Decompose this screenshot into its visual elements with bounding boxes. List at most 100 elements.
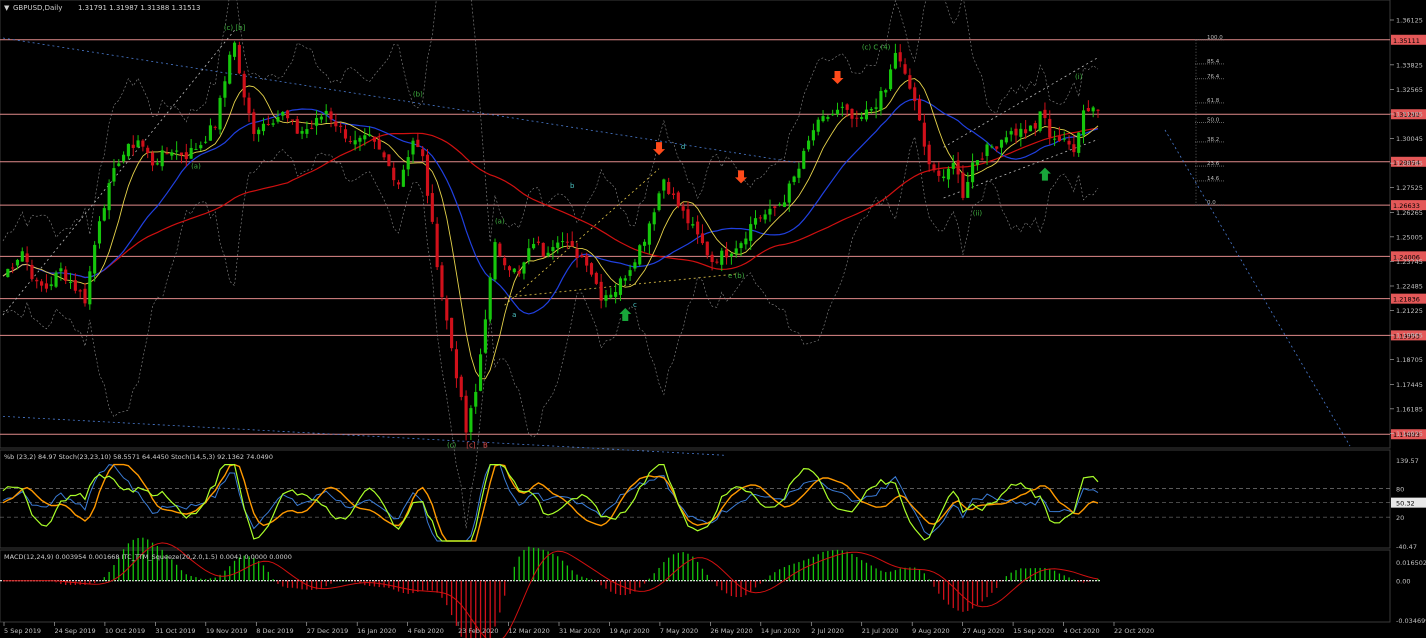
- candle-body: [879, 91, 883, 111]
- price-panel[interactable]: [0, 0, 1391, 449]
- candle-body: [536, 241, 541, 243]
- oscillator-header: %b (23,2) 84.97 Stoch(23,23,10) 58.5571 …: [4, 453, 273, 461]
- price-axis-label: 1.31305: [1396, 110, 1423, 118]
- candle-body: [247, 97, 251, 114]
- price-axis-label: 1.28785: [1396, 160, 1423, 168]
- candle-body: [208, 125, 212, 141]
- time-axis-label: 10 Oct 2019: [105, 627, 145, 635]
- candle-body: [917, 98, 922, 121]
- candle-body: [1048, 118, 1052, 138]
- candle-body: [642, 241, 647, 246]
- candle-body: [1072, 144, 1076, 153]
- candle-body: [532, 244, 536, 249]
- osc-axis-label: -40.47: [1396, 543, 1417, 551]
- candle-body: [122, 154, 126, 162]
- candle-body: [469, 408, 473, 433]
- candle-body: [387, 154, 391, 167]
- candle-body: [54, 272, 58, 287]
- macd-axis-label: 0.00: [1396, 578, 1410, 586]
- wave-label: (i): [1075, 73, 1083, 81]
- candle-body: [898, 52, 902, 62]
- candle-body: [618, 278, 623, 295]
- time-axis: 5 Sep 2019 24 Sep 2019 10 Oct 2019 31 Oct 2…: [3, 622, 1154, 635]
- candle-body: [126, 143, 130, 157]
- candle-body: [73, 280, 77, 291]
- candle-body: [599, 281, 603, 301]
- macd-axis-label: 0.016502: [1396, 559, 1426, 567]
- candle-body: [257, 129, 261, 135]
- candle-body: [290, 119, 294, 121]
- candle-body: [961, 172, 965, 198]
- candle-body: [1033, 123, 1037, 129]
- candle-body: [681, 206, 685, 211]
- time-axis-label: 7 May 2020: [660, 627, 698, 635]
- candle-body: [585, 255, 589, 266]
- candle-body: [811, 130, 815, 141]
- time-axis-label: 26 May 2020: [710, 627, 752, 635]
- price-axis-label: 1.27525: [1396, 184, 1423, 192]
- price-axis: 1.36125 1.33825 1.32565 1.31305 1.30045 1.287…: [1390, 17, 1423, 438]
- candle-body: [565, 241, 569, 243]
- candle-body: [589, 263, 594, 275]
- fib-level-label: 23.6: [1207, 161, 1220, 167]
- candle-body: [638, 245, 642, 265]
- chart-window[interactable]: 1.351111.312921.288541.266331.240061.218…: [0, 0, 1426, 638]
- price-axis-label: 1.30045: [1396, 135, 1423, 143]
- candle-body: [459, 376, 463, 397]
- fib-level-label: 14.6: [1207, 176, 1220, 182]
- candle-body: [112, 168, 116, 182]
- candle-body: [517, 271, 521, 274]
- candle-body: [889, 69, 893, 90]
- time-axis-label: 27 Dec 2019: [307, 627, 349, 635]
- candle-body: [835, 109, 840, 115]
- candle-body: [908, 75, 912, 89]
- candle-body: [44, 283, 48, 289]
- candle-body: [903, 64, 907, 74]
- candle-body: [213, 126, 217, 128]
- candle-body: [339, 125, 343, 127]
- candle-body: [840, 106, 844, 108]
- fib-level-label: 0.0: [1207, 200, 1216, 206]
- price-axis-label: 1.26265: [1396, 209, 1423, 217]
- price-level-label: 1.21836: [1393, 296, 1420, 304]
- candle-body: [758, 217, 762, 219]
- candle-body: [146, 147, 150, 154]
- candle-body: [580, 255, 584, 258]
- candle-body: [609, 294, 613, 298]
- candle-body: [802, 150, 806, 169]
- candle-body: [49, 284, 53, 287]
- macd-axis-label: -0.034699: [1396, 617, 1426, 625]
- time-axis-label: 31 Mar 2020: [559, 627, 600, 635]
- candle-body: [985, 144, 989, 156]
- candle-body: [710, 254, 714, 262]
- candle-body: [179, 152, 184, 156]
- candle-body: [826, 117, 830, 119]
- candle-body: [358, 137, 362, 142]
- candle-body: [729, 253, 733, 257]
- candle-body: [575, 248, 579, 259]
- candle-body: [647, 223, 651, 245]
- candle-body: [425, 154, 430, 196]
- candle-body: [237, 44, 241, 74]
- wave-label: b: [570, 182, 575, 190]
- time-axis-label: 22 Oct 2020: [1114, 627, 1154, 635]
- candle-body: [329, 111, 333, 120]
- symbol-dropdown-icon[interactable]: ▼: [4, 4, 10, 12]
- candle-body: [266, 124, 270, 126]
- candle-body: [995, 146, 999, 149]
- candle-body: [1009, 131, 1013, 135]
- wave-label: (c) [b]: [224, 24, 246, 32]
- candle-body: [696, 221, 700, 235]
- candle-body: [686, 209, 690, 224]
- candle-body: [175, 150, 179, 152]
- candle-body: [416, 139, 420, 148]
- candle-body: [78, 290, 82, 292]
- price-axis-label: 1.17445: [1396, 381, 1423, 389]
- wave-label: a: [512, 311, 516, 319]
- candle-body: [25, 253, 29, 263]
- time-axis-label: 5 Sep 2019: [4, 627, 41, 635]
- candle-body: [199, 145, 203, 149]
- candle-body: [160, 150, 164, 167]
- candle-body: [1053, 138, 1057, 140]
- candle-body: [1038, 111, 1042, 131]
